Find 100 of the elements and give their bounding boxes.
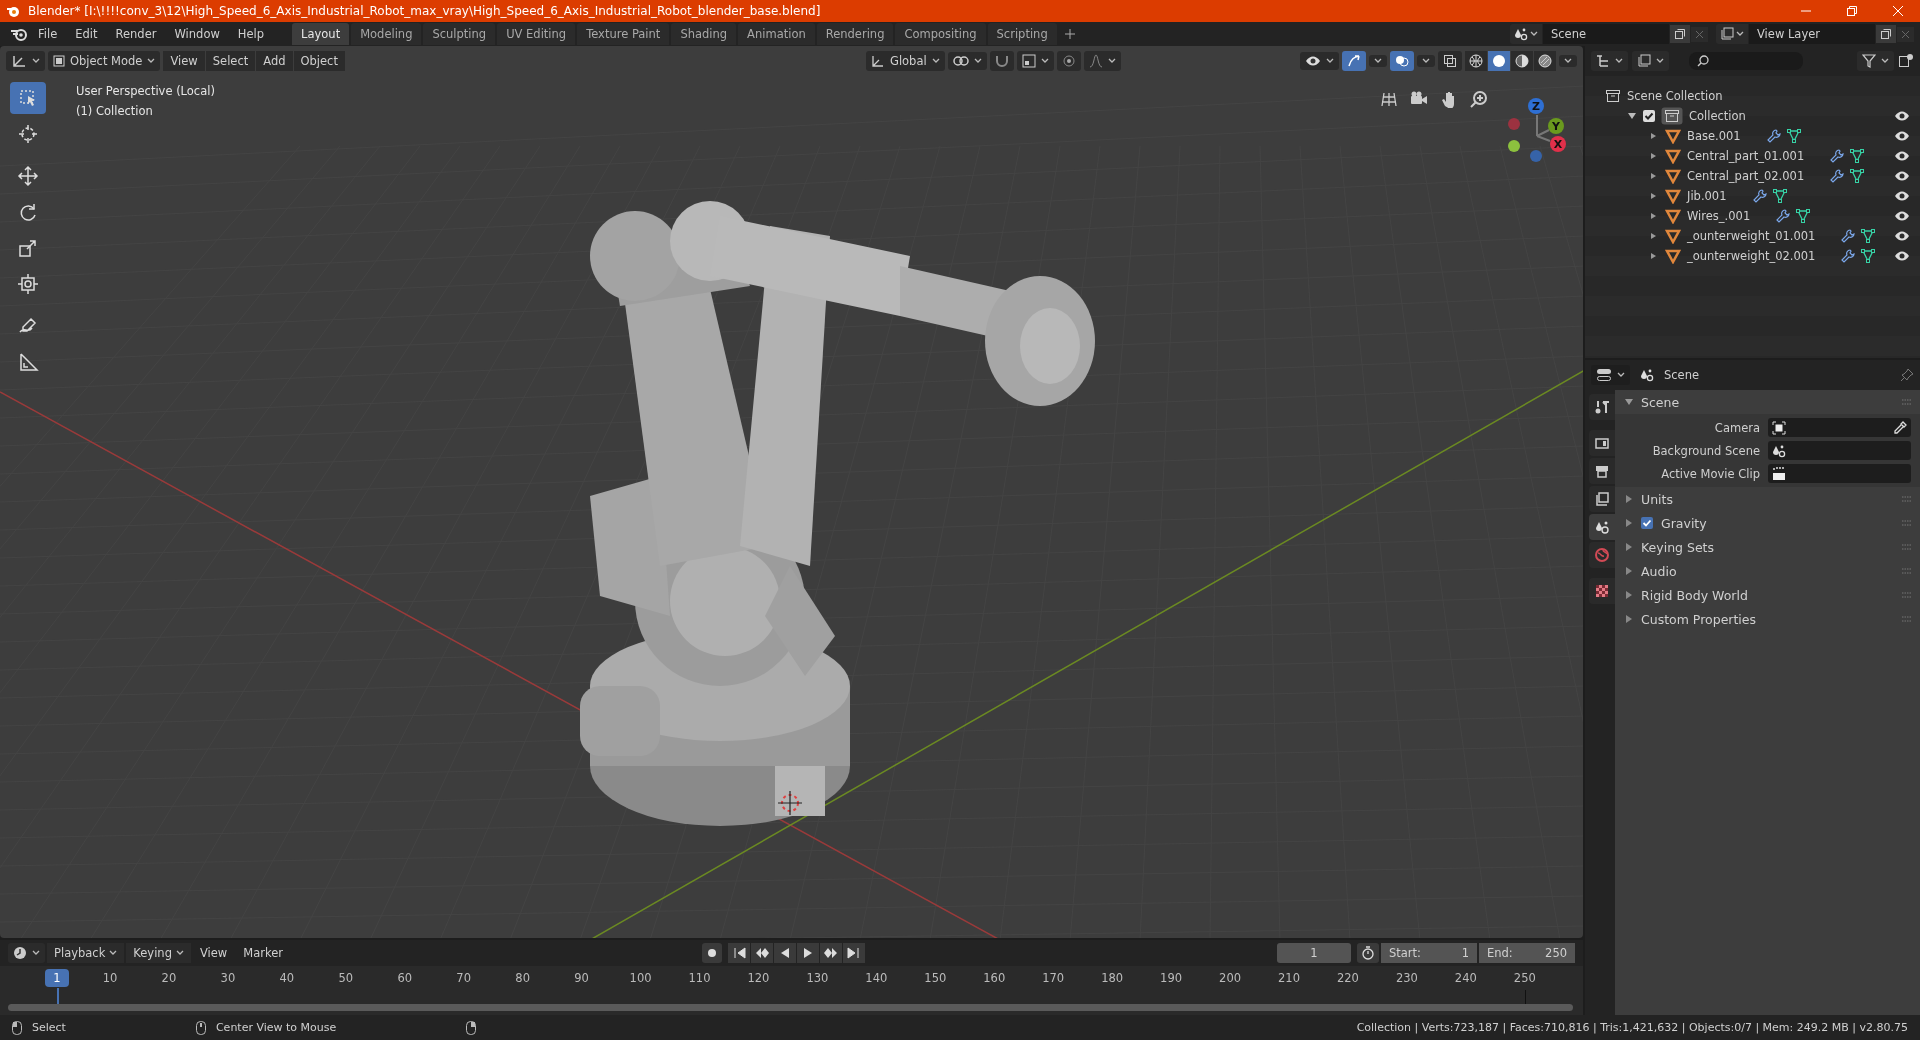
wrench-icon[interactable]: [1766, 129, 1781, 143]
tool-properties-tab[interactable]: [1589, 394, 1615, 420]
view-layer-field[interactable]: View Layer: [1749, 24, 1875, 44]
stopwatch-icon[interactable]: [1357, 943, 1379, 963]
scene-properties-tab[interactable]: [1589, 514, 1615, 540]
previous-keyframe-icon[interactable]: [751, 943, 773, 963]
grid-view-icon[interactable]: [1380, 90, 1398, 108]
eye-icon[interactable]: [1894, 230, 1910, 242]
mesh-data-icon[interactable]: [1772, 189, 1787, 203]
workspace-tab[interactable]: Texture Paint: [577, 23, 670, 45]
render-properties-tab[interactable]: [1589, 430, 1615, 456]
eye-icon[interactable]: [1894, 210, 1910, 222]
drag-handle-icon[interactable]: [1902, 544, 1912, 550]
current-frame-field[interactable]: 1: [1277, 943, 1351, 963]
subpanel-header[interactable]: Custom Properties: [1615, 607, 1920, 631]
search-field[interactable]: [1689, 52, 1803, 70]
pivot-dropdown[interactable]: [947, 52, 987, 70]
jump-start-icon[interactable]: [728, 943, 750, 963]
wrench-icon[interactable]: [1752, 189, 1767, 203]
plus-icon[interactable]: [1064, 29, 1075, 39]
snap-toggle[interactable]: [989, 51, 1014, 71]
falloff-dropdown[interactable]: [1083, 51, 1121, 71]
menu-dropdown[interactable]: Playback: [47, 943, 125, 963]
wrench-icon[interactable]: [1830, 169, 1845, 183]
menu-item[interactable]: Render: [107, 24, 165, 44]
display-mode-dropdown[interactable]: [1632, 51, 1669, 71]
workspace-tab[interactable]: Compositing: [895, 23, 986, 45]
proportional-edit-toggle[interactable]: [1056, 51, 1081, 71]
output-properties-tab[interactable]: [1589, 458, 1615, 484]
outliner-item-label[interactable]: Base.001: [1687, 129, 1741, 143]
select-tool-button[interactable]: [10, 82, 46, 114]
drag-handle-icon[interactable]: [1902, 399, 1912, 405]
3d-viewport[interactable]: Object Mode View Select Add Object Global User Perspective (Local) (1) Collection Z Y X: [0, 46, 1583, 938]
menu-item[interactable]: Add: [256, 51, 293, 71]
outliner-item-label[interactable]: Wires_.001: [1687, 209, 1751, 223]
menu-item[interactable]: Object: [293, 51, 345, 71]
solid-shading-button[interactable]: [1488, 51, 1510, 71]
zoom-icon[interactable]: [1470, 90, 1488, 108]
wrench-icon[interactable]: [1830, 149, 1845, 163]
workspace-tab[interactable]: Scripting: [987, 23, 1057, 45]
wireframe-shading-button[interactable]: [1465, 51, 1487, 71]
menu-item[interactable]: Help: [229, 24, 273, 44]
outliner-item-label[interactable]: Central_part_02.001: [1687, 169, 1805, 183]
eyedropper-icon[interactable]: [1893, 420, 1907, 435]
expand-arrow-icon[interactable]: [1625, 398, 1633, 406]
mesh-data-icon[interactable]: [1861, 229, 1876, 243]
mesh-data-icon[interactable]: [1850, 169, 1865, 183]
mesh-data-icon[interactable]: [1850, 149, 1865, 163]
editor-type-dropdown[interactable]: [8, 943, 45, 963]
axis-handle[interactable]: Y: [1548, 118, 1564, 134]
eye-icon[interactable]: [1894, 150, 1910, 162]
eye-icon[interactable]: [1894, 250, 1910, 262]
jump-end-icon[interactable]: [843, 943, 865, 963]
menu-item[interactable]: Marker: [236, 943, 290, 963]
workspace-tab[interactable]: Sculpting: [423, 23, 496, 45]
menu-item[interactable]: File: [30, 24, 66, 44]
overlay-toggle[interactable]: [1390, 51, 1414, 71]
drag-handle-icon[interactable]: [1902, 592, 1912, 598]
view-layer-dropdown[interactable]: [1716, 24, 1748, 44]
axis-handle[interactable]: X: [1550, 136, 1566, 152]
workspace-tab[interactable]: Shading: [671, 23, 737, 45]
outliner-item-label[interactable]: _ounterweight_01.001: [1687, 229, 1816, 243]
world-properties-tab[interactable]: [1589, 542, 1615, 568]
app-logo-icon[interactable]: [10, 26, 28, 42]
copy-button[interactable]: [1876, 25, 1896, 43]
mesh-data-icon[interactable]: [1786, 129, 1801, 143]
start-frame-field[interactable]: Start: 1: [1381, 943, 1477, 963]
subpanel-header[interactable]: Keying Sets: [1615, 535, 1920, 559]
checkbox[interactable]: [1641, 517, 1653, 529]
workspace-tab[interactable]: Modeling: [351, 23, 422, 45]
rendered-shading-button[interactable]: [1534, 51, 1556, 71]
workspace-tab[interactable]: Rendering: [816, 23, 894, 45]
record-icon[interactable]: [702, 943, 722, 963]
orientation-dropdown[interactable]: Global: [865, 51, 945, 71]
eye-icon[interactable]: [1894, 130, 1910, 142]
scene-field[interactable]: [1768, 441, 1911, 460]
gizmo-dropdown[interactable]: [1369, 55, 1387, 67]
menu-item[interactable]: View: [192, 943, 235, 963]
menu-dropdown[interactable]: Keying: [126, 943, 191, 963]
drag-handle-icon[interactable]: [1902, 520, 1912, 526]
eye-icon[interactable]: [1894, 190, 1910, 202]
pin-icon[interactable]: [1900, 368, 1914, 382]
menu-item[interactable]: Select: [205, 51, 256, 71]
filter-dropdown[interactable]: [1857, 51, 1894, 71]
workspace-tab[interactable]: Layout: [292, 23, 350, 45]
eye-icon[interactable]: [1894, 170, 1910, 182]
scene-field[interactable]: Scene: [1543, 24, 1669, 44]
visibility-dropdown[interactable]: [1300, 52, 1339, 70]
mode-dropdown[interactable]: Object Mode: [48, 51, 161, 71]
snap-target-dropdown[interactable]: [1016, 51, 1054, 71]
eye-icon[interactable]: [1894, 110, 1910, 122]
outliner-item-label[interactable]: _ounterweight_02.001: [1687, 249, 1816, 263]
wrench-icon[interactable]: [1841, 229, 1856, 243]
subpanel-header[interactable]: Audio: [1615, 559, 1920, 583]
play-reverse-icon[interactable]: [774, 943, 796, 963]
gizmo-toggle[interactable]: [1342, 51, 1366, 71]
playhead[interactable]: 1: [45, 969, 69, 987]
restore-icon[interactable]: [1846, 5, 1858, 17]
scene-type-dropdown[interactable]: [1510, 24, 1542, 44]
mesh-data-icon[interactable]: [1796, 209, 1811, 223]
